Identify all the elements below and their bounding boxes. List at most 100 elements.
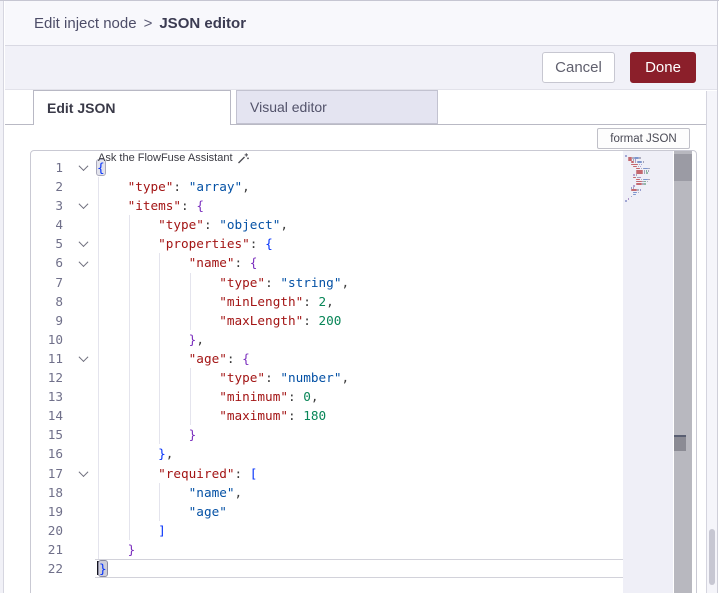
code-text: "type": "object",: [97, 215, 624, 235]
indent-guide: [159, 291, 161, 311]
indent-guide: [128, 387, 130, 407]
code-line[interactable]: 5 "properties": {: [31, 234, 624, 254]
code-line[interactable]: 9 "maxLength": 200: [31, 310, 624, 330]
fold-chevron-icon[interactable]: [78, 352, 88, 363]
minimap-mark: [633, 191, 638, 194]
minimap-mark: [627, 198, 630, 200]
line-number: 11: [47, 350, 63, 366]
fold-chevron-icon[interactable]: [78, 161, 88, 172]
code-line[interactable]: 10 },: [31, 329, 624, 349]
fold-gutter[interactable]: [69, 196, 97, 215]
fold-gutter: [69, 521, 97, 540]
code-line[interactable]: 7 "type": "string",: [31, 272, 624, 292]
code-token: 200: [318, 312, 342, 328]
code-line[interactable]: 3 "items": {: [31, 196, 624, 216]
line-number: 22: [47, 560, 63, 576]
code-line[interactable]: 20 ]: [31, 520, 624, 540]
code-line[interactable]: 13 "minimum": 0,: [31, 387, 624, 407]
code-lines[interactable]: 1{2 "type": "array", 3 "items": {4 "type"…: [31, 158, 624, 579]
code-line[interactable]: 15 }: [31, 425, 624, 445]
assistant-hint[interactable]: Ask the FlowFuse Assistant: [98, 151, 249, 164]
code-line[interactable]: 2 "type": "array",: [31, 177, 624, 197]
code-line[interactable]: 12 "type": "number",: [31, 368, 624, 388]
line-number: 18: [47, 484, 63, 500]
fold-chevron-icon[interactable]: [78, 256, 88, 267]
code-text: "type": "array",: [97, 177, 624, 197]
editor-scrollbar-thumb[interactable]: [674, 154, 692, 181]
minimap-mark: [638, 163, 641, 166]
fold-chevron-icon[interactable]: [78, 199, 88, 210]
code-token: }: [158, 446, 166, 462]
json-editor-dialog: Edit inject node > JSON editor Cancel Do…: [0, 0, 719, 593]
minimap-mark: [640, 178, 643, 181]
dialog-right-edge: [717, 1, 718, 593]
json-code-editor[interactable]: Ask the FlowFuse Assistant 1 {2 "type": "…: [30, 150, 697, 593]
fold-chevron-icon[interactable]: [78, 237, 88, 248]
code-token: ,: [341, 370, 350, 386]
format-json-button[interactable]: format JSON: [597, 128, 690, 149]
fold-gutter: [69, 425, 97, 444]
tab-visual-editor[interactable]: Visual editor: [236, 90, 438, 124]
indent-guide: [98, 253, 99, 273]
breadcrumb-parent[interactable]: Edit inject node: [34, 15, 137, 32]
code-line[interactable]: 19 "age": [31, 501, 624, 521]
minimap-mark: [640, 163, 643, 166]
indent-guide: [98, 234, 99, 254]
fold-gutter[interactable]: [69, 158, 97, 177]
fold-gutter: [69, 406, 97, 425]
indent-guide: [98, 463, 99, 483]
line-number: 21: [47, 541, 63, 557]
indent-guide: [128, 348, 130, 369]
code-token: ]: [158, 522, 166, 538]
code-text: "name",: [97, 482, 624, 502]
code-text: "name": {: [97, 253, 624, 273]
code-line[interactable]: 22}: [31, 558, 624, 579]
done-button[interactable]: Done: [630, 52, 696, 83]
fold-gutter[interactable]: [69, 349, 97, 368]
minimap[interactable]: [623, 151, 673, 593]
indent-guide: [159, 425, 161, 445]
code-token: :: [287, 408, 304, 424]
code-line[interactable]: 21 }: [31, 539, 624, 559]
minimap-mark: [637, 189, 639, 191]
code-text: "minimum": 0,: [97, 387, 624, 407]
code-line[interactable]: 6 "name": {: [31, 253, 624, 273]
code-text: "age": [97, 501, 624, 521]
indent-guide: [189, 368, 191, 388]
code-line[interactable]: 4 "type": "object",: [31, 215, 624, 235]
code-line[interactable]: 11 "age": {: [31, 348, 624, 369]
fold-gutter[interactable]: [69, 234, 97, 253]
code-text: "minLength": 2,: [97, 291, 624, 311]
minimap-mark: [642, 178, 648, 181]
code-line[interactable]: 8 "minLength": 2,: [31, 291, 624, 311]
fold-gutter: [69, 368, 97, 387]
code-token: "age": [188, 503, 227, 519]
code-token: }: [127, 541, 136, 557]
fold-chevron-icon[interactable]: [78, 466, 88, 477]
cancel-button[interactable]: Cancel: [542, 52, 615, 83]
code-line[interactable]: 17 "required": [: [31, 463, 624, 483]
editor-scrollbar-marker[interactable]: [674, 435, 686, 451]
code-token: :: [303, 293, 319, 309]
editor-scrollbar[interactable]: [674, 151, 692, 593]
code-line[interactable]: 18 "name",: [31, 482, 624, 502]
code-text: }: [97, 539, 624, 559]
fold-gutter: [69, 273, 97, 292]
indent-guide: [128, 234, 130, 254]
tab-edit-json[interactable]: Edit JSON: [33, 90, 231, 125]
minimap-mark: [633, 193, 637, 196]
page-scrollbar-thumb[interactable]: [709, 529, 715, 585]
code-token: ,: [242, 179, 250, 195]
code-token: "items": [127, 198, 182, 214]
indent-guide: [128, 482, 130, 502]
indent-guide: [128, 253, 130, 273]
code-token: "properties": [158, 236, 250, 252]
fold-gutter[interactable]: [69, 253, 97, 272]
line-number: 1: [55, 160, 63, 175]
code-line[interactable]: 16 },: [31, 444, 624, 464]
code-token: "type": [158, 217, 204, 233]
code-line[interactable]: 14 "maximum": 180: [31, 406, 624, 426]
fold-gutter[interactable]: [69, 464, 97, 483]
